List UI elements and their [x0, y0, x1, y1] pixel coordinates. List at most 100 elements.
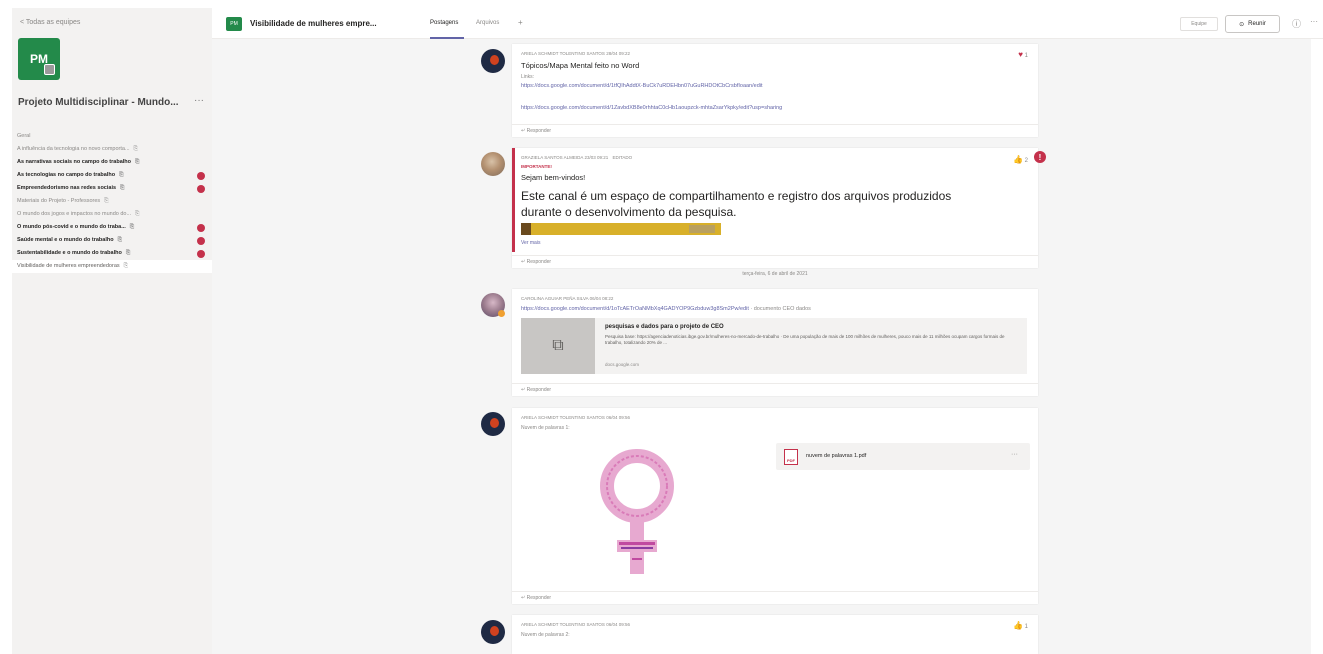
sidebar-item-label: Materiais do Projeto - Professores — [17, 198, 101, 204]
author-avatar[interactable] — [481, 412, 505, 436]
team-name[interactable]: Projeto Multidisciplinar - Mundo... — [18, 97, 188, 108]
post-link[interactable]: https://docs.google.com/document/d/1oTcA… — [521, 306, 811, 312]
video-camera-icon: ⊙ — [1239, 21, 1245, 28]
team-avatar: PM — [18, 38, 60, 80]
header-more-options-icon[interactable]: ··· — [1310, 17, 1318, 26]
word-cloud-image[interactable] — [597, 442, 677, 582]
team-channel-panel: < Todas as equipes PM Projeto Multidisci… — [12, 8, 212, 654]
channel-header: PM Visibilidade de mulheres empre... Pos… — [212, 8, 1323, 39]
pinned-channel-icon: ⎘ — [135, 159, 140, 165]
post-author-timestamp: Graziela Santos Almeida 23/03 09:21 Edit… — [521, 155, 632, 160]
post-card-important: Graziela Santos Almeida 23/03 09:21 Edit… — [512, 148, 1038, 268]
reply-button[interactable]: ↵ Responder — [512, 591, 1038, 604]
pinned-channel-icon: ⎘ — [125, 250, 131, 256]
post-link-url: https://docs.google.com/document/d/1oTcA… — [521, 306, 749, 312]
post-author-timestamp-text: Graziela Santos Almeida 23/03 09:21 — [521, 155, 609, 160]
pinned-channel-icon: ⎘ — [120, 185, 125, 191]
sidebar-item-channel[interactable]: Saúde mental e o mundo do trabalho ⎘ — [12, 234, 212, 247]
link-preview-site: docs.google.com — [605, 362, 640, 367]
sidebar-item-label: As narrativas sociais no campo do trabal… — [17, 159, 132, 165]
post-link-tail: · documento CEO dados — [748, 306, 811, 312]
team-button[interactable]: Equipe — [1180, 17, 1218, 31]
sidebar-item-channel[interactable]: As narrativas sociais no campo do trabal… — [12, 156, 212, 169]
tab-arquivos[interactable]: Arquivos — [476, 20, 499, 26]
date-separator: terça-feira, 6 de abril de 2021 — [742, 271, 808, 277]
post-greeting: Sejam bem-vindos! — [521, 173, 586, 182]
thumbs-up-icon: 👍 — [1013, 155, 1023, 164]
post-author-timestamp: Carolina Aguiar Peña Silva 06/04 08:22 — [521, 296, 614, 301]
reaction-count: 2 — [1024, 158, 1028, 164]
post-author-timestamp: Ariela Schmidt Tolentino Santos 06/04 09… — [521, 622, 630, 627]
channel-title: Visibilidade de mulheres empre... — [250, 19, 377, 28]
post-edited-label: Editado — [612, 155, 633, 160]
pdf-file-icon: PDF — [784, 449, 798, 465]
post-card: Ariela Schmidt Tolentino Santos 06/04 09… — [512, 408, 1038, 604]
meet-button[interactable]: ⊙ Reunir — [1225, 15, 1280, 33]
post-author-timestamp: Ariela Schmidt Tolentino Santos 28/04 09… — [521, 51, 630, 56]
back-to-all-teams-link[interactable]: < Todas as equipes — [20, 19, 80, 26]
add-tab-button[interactable]: + — [518, 18, 523, 27]
post-body-line: Este canal é um espaço de compartilhamen… — [521, 189, 952, 203]
post-card: Ariela Schmidt Tolentino Santos 28/04 09… — [512, 44, 1038, 137]
author-avatar[interactable] — [481, 293, 505, 317]
reply-button[interactable]: ↵ Responder — [512, 255, 1038, 268]
reaction-heart[interactable]: ♥ 1 — [1018, 50, 1028, 59]
sidebar-item-label: Visibilidade de mulheres empreendedoras — [17, 263, 120, 269]
post-card: Carolina Aguiar Peña Silva 06/04 08:22 h… — [512, 289, 1038, 396]
pinned-channel-icon: ⎘ — [119, 172, 124, 178]
sidebar-item-label: Sustentabilidade e o mundo do trabalho — [17, 250, 122, 256]
channel-alert-icon — [197, 237, 205, 245]
author-avatar[interactable] — [481, 49, 505, 73]
sidebar-item-channel[interactable]: O mundo dos jogos e impactos no mundo do… — [12, 208, 212, 221]
post-card: Ariela Schmidt Tolentino Santos 06/04 09… — [512, 615, 1038, 654]
pinned-channel-icon: ⎘ — [123, 263, 129, 269]
important-alert-icon: ! — [1034, 151, 1046, 163]
thumbs-up-icon: 👍 — [1013, 621, 1023, 630]
sidebar-item-label: O mundo dos jogos e impactos no mundo do… — [17, 211, 132, 217]
channel-info-icon[interactable]: ⓘ — [1292, 17, 1301, 30]
link-preview-icon: ⧉ — [552, 337, 564, 354]
pinned-channel-icon: ⎘ — [117, 237, 122, 243]
channel-team-avatar: PM — [226, 17, 242, 31]
post-link[interactable]: https://docs.google.com/document/d/1tfQI… — [521, 83, 763, 89]
channel-alert-icon — [197, 250, 205, 258]
sidebar-item-channel[interactable]: A influência da tecnologia no novo compo… — [12, 143, 212, 156]
link-preview-card[interactable]: ⧉ pesquisas e dados para o projeto de CE… — [521, 318, 1027, 374]
sidebar-item-channel[interactable]: Sustentabilidade e o mundo do trabalho ⎘ — [12, 247, 212, 260]
heart-icon: ♥ — [1018, 50, 1023, 59]
author-avatar[interactable] — [481, 620, 505, 644]
conversation-feed[interactable]: Ariela Schmidt Tolentino Santos 28/04 09… — [212, 39, 1311, 654]
sidebar-item-label: As tecnologias no campo do trabalho — [17, 172, 116, 178]
sidebar-item-channel[interactable]: Empreendedorismo nas redes sociais ⎘ — [12, 182, 212, 195]
meet-button-label: Reunir — [1248, 21, 1266, 27]
sidebar-item-channel[interactable]: Materiais do Projeto - Professores ⎘ — [12, 195, 212, 208]
author-avatar[interactable] — [481, 152, 505, 176]
pinned-channel-icon: ⎘ — [104, 198, 109, 204]
sidebar-item-channel[interactable]: As tecnologias no campo do trabalho ⎘ — [12, 169, 212, 182]
channel-alert-icon — [197, 224, 205, 232]
reaction-like[interactable]: 👍 1 — [1013, 621, 1028, 630]
post-link[interactable]: https://docs.google.com/document/d/1Zavb… — [521, 105, 782, 111]
reaction-count: 1 — [1024, 624, 1028, 630]
post-title: Tópicos/Mapa Mental feito no Word — [521, 61, 640, 70]
sidebar-item-channel[interactable]: O mundo pós-covid e o mundo do traba... ⎘ — [12, 221, 212, 234]
post-image[interactable] — [521, 223, 721, 235]
file-attachment[interactable]: PDF nuvem de palavras 1.pdf ··· — [776, 443, 1030, 470]
file-name: nuvem de palavras 1.pdf — [806, 453, 867, 459]
channel-alert-icon — [197, 172, 205, 180]
reply-button[interactable]: ↵ Responder — [512, 124, 1038, 137]
sidebar-item-label: Empreendedorismo nas redes sociais — [17, 185, 117, 191]
post-author-timestamp: Ariela Schmidt Tolentino Santos 06/04 09… — [521, 415, 630, 420]
sidebar-item-channel[interactable]: Visibilidade de mulheres empreendedoras ⎘ — [12, 260, 212, 273]
link-preview-thumbnail: ⧉ — [521, 318, 595, 374]
sidebar-item-channel[interactable]: Geral — [12, 130, 212, 143]
see-more-link[interactable]: Ver mais — [521, 240, 540, 246]
reply-button[interactable]: ↵ Responder — [512, 383, 1038, 396]
pinned-channel-icon: ⎘ — [133, 146, 138, 152]
post-text: Nuvem de palavras 1: — [521, 425, 570, 431]
tab-postagens[interactable]: Postagens — [430, 20, 458, 26]
team-more-options-icon[interactable]: ··· — [194, 95, 204, 106]
reaction-count: 1 — [1024, 53, 1028, 59]
reaction-like[interactable]: 👍 2 — [1013, 155, 1028, 164]
file-more-options-icon[interactable]: ··· — [1011, 451, 1018, 458]
